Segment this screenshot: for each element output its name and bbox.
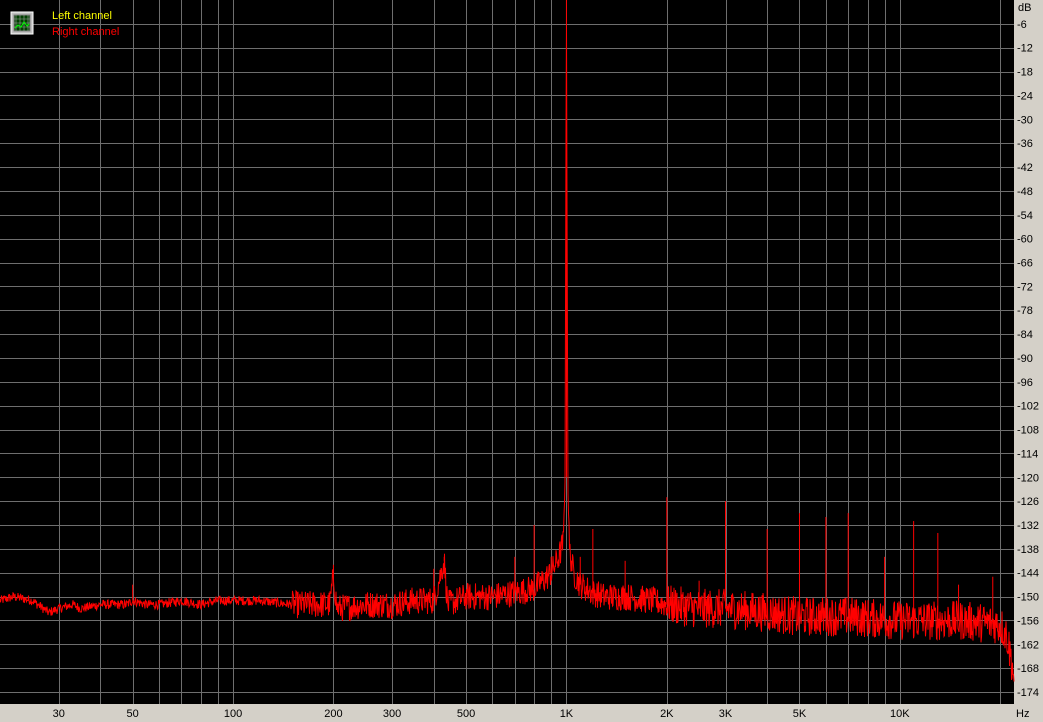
y-tick-label: -6	[1017, 19, 1027, 31]
x-tick-label: 1K	[560, 708, 574, 720]
x-tick-label: 50	[127, 708, 139, 720]
legend-chart-icon	[10, 11, 34, 35]
y-tick-label: -30	[1017, 114, 1033, 126]
y-tick-label: -96	[1017, 377, 1033, 389]
y-tick-label: -126	[1017, 496, 1039, 508]
y-tick-label: -150	[1017, 592, 1039, 604]
x-tick-label: 500	[457, 708, 475, 720]
x-tick-label: 100	[224, 708, 242, 720]
x-axis: 30 50 100 200 300 500 1K 2K 3K 5K 10K	[53, 708, 911, 720]
y-unit-label: dB	[1018, 2, 1031, 14]
y-axis: -6 -12 -18 -24 -30 -36 -42 -48 -54 -60 -66 -72 -78 -8…	[1017, 19, 1039, 699]
x-tick-label: 30	[53, 708, 65, 720]
y-tick-label: -36	[1017, 138, 1033, 150]
x-tick-label: 3K	[719, 708, 733, 720]
spectrum-chart: -6 -12 -18 -24 -30 -36 -42 -48 -54 -60 -66 -72 -78 -8…	[0, 0, 1039, 720]
y-tick-label: -174	[1017, 687, 1039, 699]
y-tick-label: -144	[1017, 568, 1039, 580]
y-tick-label: -114	[1017, 448, 1038, 460]
y-tick-label: -102	[1017, 401, 1039, 413]
y-tick-label: -138	[1017, 544, 1039, 556]
x-unit-label: Hz	[1016, 708, 1029, 720]
y-tick-label: -18	[1017, 67, 1033, 79]
y-tick-label: -12	[1017, 43, 1033, 55]
y-tick-label: -48	[1017, 186, 1033, 198]
y-tick-label: -72	[1017, 281, 1033, 293]
y-tick-label: -54	[1017, 210, 1033, 222]
y-tick-label: -66	[1017, 258, 1033, 270]
y-tick-label: -162	[1017, 639, 1039, 651]
y-tick-label: -60	[1017, 234, 1033, 246]
y-tick-label: -156	[1017, 615, 1039, 627]
y-tick-label: -42	[1017, 162, 1033, 174]
y-tick-label: -108	[1017, 425, 1039, 437]
legend-entry: Right channel	[52, 26, 119, 38]
x-tick-label: 10K	[890, 708, 910, 720]
y-tick-label: -168	[1017, 663, 1039, 675]
x-tick-label: 5K	[793, 708, 807, 720]
y-tick-label: -78	[1017, 305, 1033, 317]
y-tick-label: -24	[1017, 90, 1033, 102]
legend-entry: Left channel	[52, 10, 112, 22]
y-tick-label: -84	[1017, 329, 1033, 341]
x-tick-label: 300	[383, 708, 401, 720]
y-tick-label: -90	[1017, 353, 1033, 365]
y-tick-label: -132	[1017, 520, 1039, 532]
x-tick-label: 200	[324, 708, 342, 720]
y-tick-label: -120	[1017, 472, 1039, 484]
x-tick-label: 2K	[660, 708, 674, 720]
